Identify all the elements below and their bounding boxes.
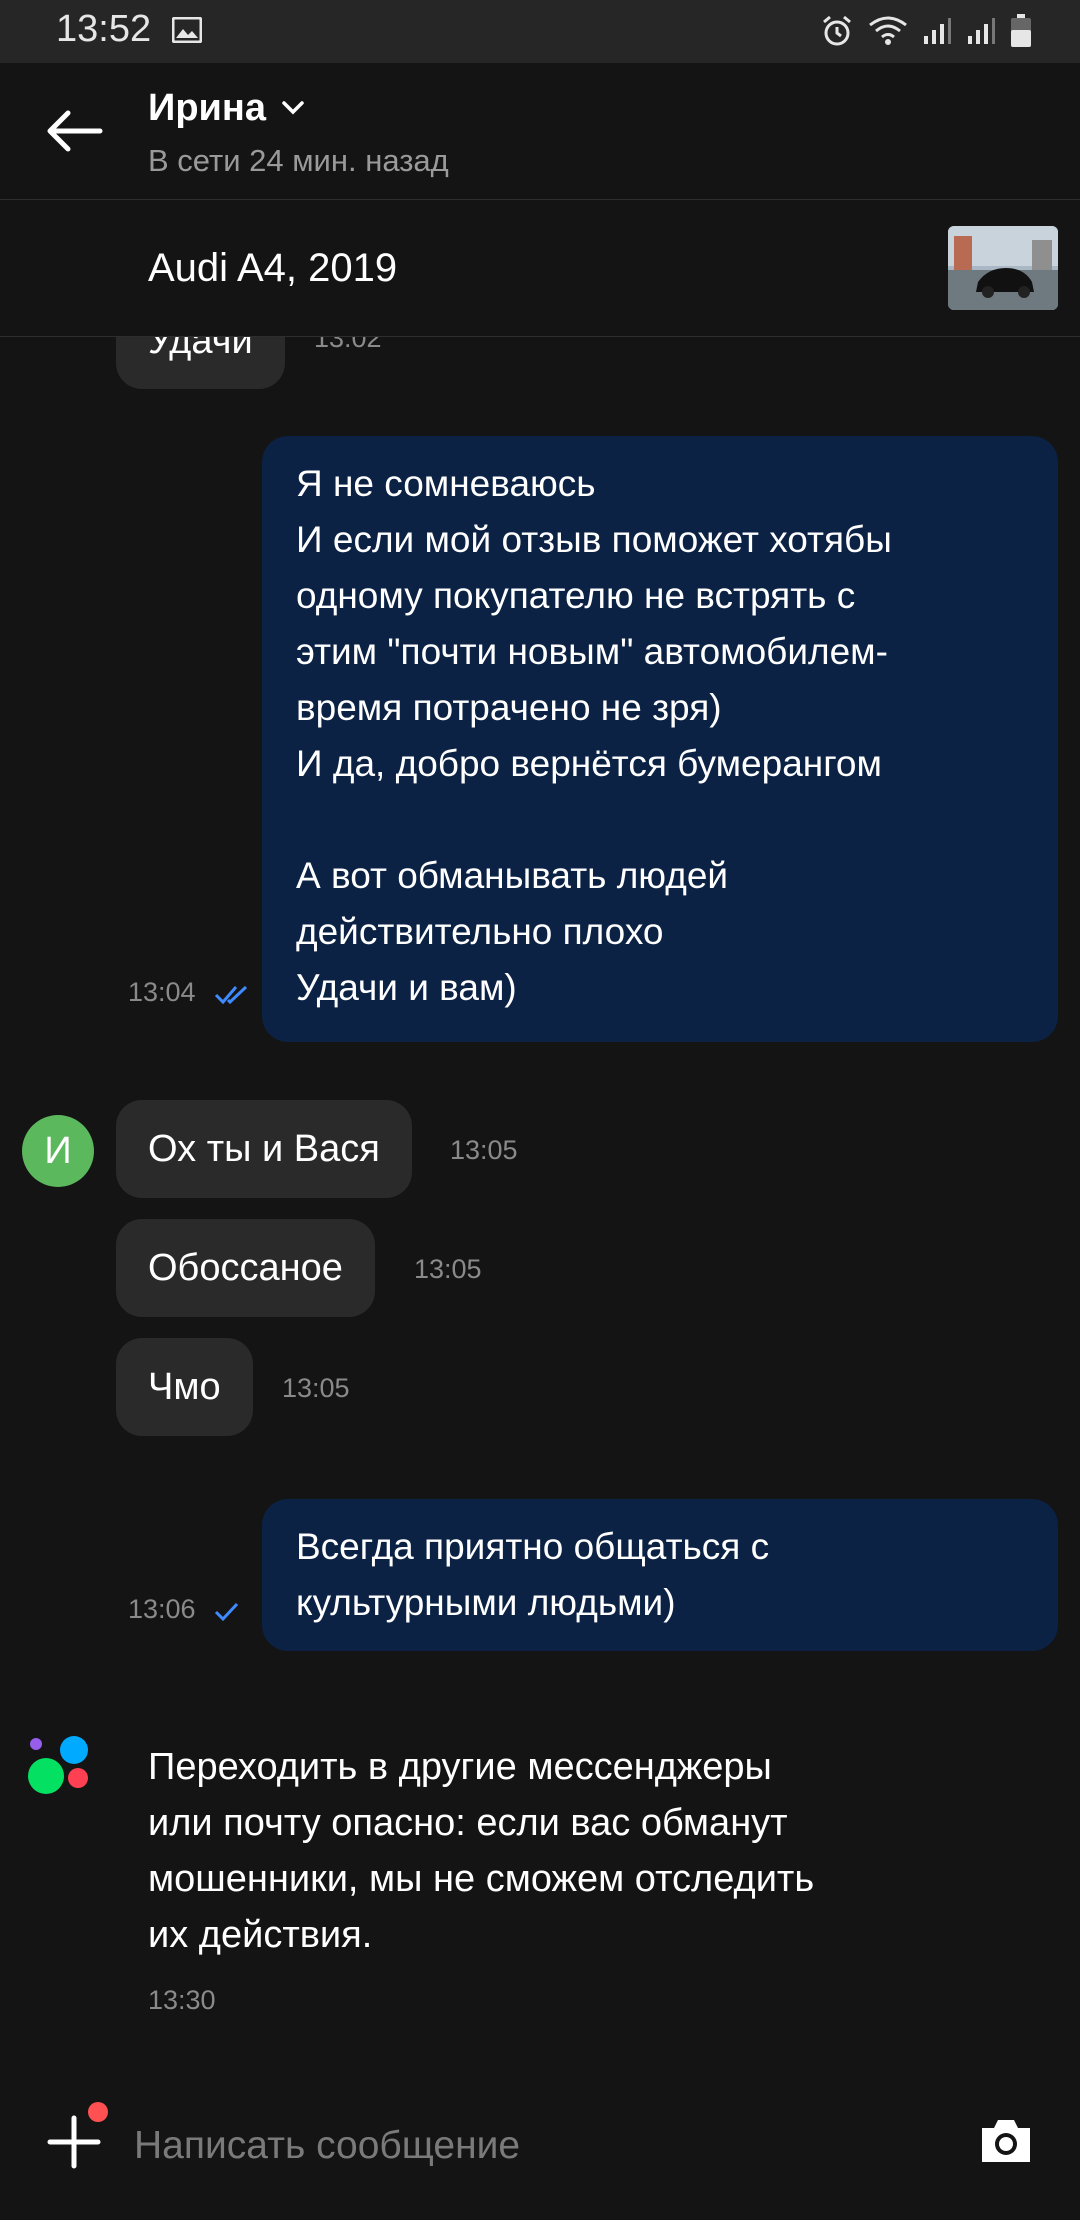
chat-header: Ирина В сети 24 мин. назад xyxy=(0,63,1080,200)
message-bubble-incoming[interactable]: Обоссаное xyxy=(116,1219,375,1317)
signal-icon xyxy=(924,18,951,44)
message-line: И да, добро вернётся бумерангом xyxy=(296,743,882,784)
listing-bar[interactable]: Audi A4, 2019 xyxy=(0,200,1080,337)
message-list[interactable]: Удачи 13:02 13:04 Я не сомневаюсь И если… xyxy=(0,337,1080,2057)
chevron-down-icon[interactable] xyxy=(282,101,304,115)
check-icon xyxy=(214,1602,239,1622)
message-time: 13:06 xyxy=(128,1594,196,1624)
image-icon xyxy=(172,17,202,43)
message-text: Обоссаное xyxy=(148,1247,343,1289)
notice-line: их действия. xyxy=(148,1914,373,1956)
listing-thumbnail[interactable] xyxy=(948,226,1058,310)
message-bubble-outgoing[interactable]: Я не сомневаюсь И если мой отзыв поможет… xyxy=(262,436,1058,1042)
double-check-icon xyxy=(214,985,248,1005)
message-input[interactable] xyxy=(132,2110,916,2182)
notification-dot xyxy=(88,2102,108,2122)
message-line: Удачи и вам) xyxy=(296,967,517,1008)
message-time: 13:05 xyxy=(450,1135,518,1165)
message-text: Чмо xyxy=(148,1366,221,1408)
message-time: 13:02 xyxy=(314,337,382,353)
message-time: 13:05 xyxy=(282,1373,350,1403)
message-bubble-incoming[interactable]: Удачи xyxy=(116,337,285,389)
message-line: культурными людьми) xyxy=(296,1582,676,1623)
brand-logo-icon xyxy=(28,1736,88,1794)
message-time: 13:04 xyxy=(128,977,196,1007)
notice-line: или почту опасно: если вас обманут xyxy=(148,1802,788,1844)
message-bubble-outgoing[interactable]: Всегда приятно общаться с культурными лю… xyxy=(262,1499,1058,1651)
message-line: Всегда приятно общаться с xyxy=(296,1526,770,1567)
status-time: 13:52 xyxy=(56,8,152,50)
message-bubble-incoming[interactable]: Ох ты и Вася xyxy=(116,1100,412,1198)
camera-icon[interactable] xyxy=(978,2114,1034,2166)
notice-line: мошенники, мы не сможем отследить xyxy=(148,1858,815,1900)
message-composer xyxy=(0,2080,1080,2220)
message-line: этим "почти новым" автомобилем- xyxy=(296,631,888,672)
signal-icon xyxy=(968,18,995,44)
message-line: действительно плохо xyxy=(296,911,664,952)
safety-notice: Переходить в другие мессенджеры или почт… xyxy=(148,1739,908,1963)
wifi-icon xyxy=(869,16,907,45)
message-time: 13:30 xyxy=(148,1985,216,2015)
status-icons xyxy=(820,14,1032,48)
message-text: Удачи xyxy=(148,337,253,362)
message-line xyxy=(296,792,1024,848)
avatar[interactable]: И xyxy=(22,1115,94,1187)
contact-name[interactable]: Ирина xyxy=(148,87,266,130)
battery-icon xyxy=(1011,14,1031,47)
message-bubble-incoming[interactable]: Чмо xyxy=(116,1338,253,1436)
message-line: И если мой отзыв поможет хотябы xyxy=(296,519,892,560)
message-line: время потрачено не зря) xyxy=(296,687,722,728)
message-line: Я не сомневаюсь xyxy=(296,463,596,504)
message-line: одному покупателю не встрять с xyxy=(296,575,856,616)
message-time: 13:05 xyxy=(414,1254,482,1284)
message-line: А вот обманывать людей xyxy=(296,855,729,896)
message-text: Ох ты и Вася xyxy=(148,1128,380,1170)
notice-line: Переходить в другие мессенджеры xyxy=(148,1746,772,1788)
listing-title[interactable]: Audi A4, 2019 xyxy=(148,246,397,291)
contact-status: В сети 24 мин. назад xyxy=(148,143,449,178)
alarm-icon xyxy=(823,15,851,46)
back-arrow-icon[interactable] xyxy=(44,109,104,153)
status-bar: 13:52 xyxy=(0,0,1080,63)
